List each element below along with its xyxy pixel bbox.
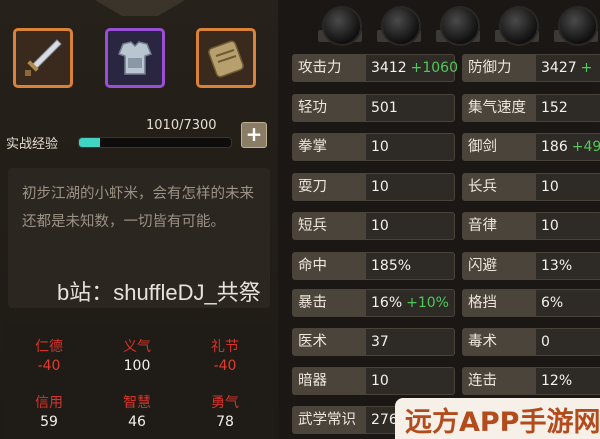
stat-label: 短兵 [293, 213, 366, 239]
stat-label: 武学常识 [293, 407, 366, 433]
stat-hidden-weapon: 暗器 10 [292, 367, 455, 395]
stat-value: 0 [541, 334, 550, 350]
stat-value: 10 [371, 139, 389, 155]
virtue-name: 智慧 [123, 395, 151, 411]
virtue-name: 义气 [123, 339, 151, 355]
virtue-item: 智慧 46 [94, 392, 180, 430]
virtue-item: 勇气 78 [182, 392, 268, 430]
virtue-value: 59 [40, 414, 58, 430]
stat-sword: 御剑 186 +49 [462, 133, 600, 161]
stat-label: 集气速度 [463, 95, 536, 121]
stat-label: 毒术 [463, 329, 536, 355]
virtue-value: 78 [216, 414, 234, 430]
virtue-value: -40 [213, 358, 237, 374]
gem-socket-icon[interactable] [440, 6, 480, 46]
experience-bar [78, 137, 232, 148]
pouch-icon [208, 40, 244, 78]
gem-socket-icon[interactable] [499, 6, 539, 46]
virtue-value: -40 [37, 358, 61, 374]
stat-label: 暗器 [293, 368, 366, 394]
stat-value: 16% +10% [371, 295, 449, 311]
stat-dodge: 闪避 13% [462, 252, 600, 280]
stat-value: 3427 + [541, 60, 593, 76]
stat-label: 医术 [293, 329, 366, 355]
experience-value: 1010/7300 [146, 118, 217, 133]
stat-value: 10 [371, 373, 389, 389]
stat-value: 13% [541, 258, 573, 274]
virtue-value: 46 [128, 414, 146, 430]
stat-label: 命中 [293, 253, 366, 279]
stat-bonus: +1060 [410, 60, 458, 76]
experience-bar-fill [79, 138, 100, 147]
virtue-item: 义气 100 [94, 336, 180, 374]
stat-blade: 耍刀 10 [292, 173, 455, 201]
stat-bonus: + [580, 60, 593, 76]
add-experience-button[interactable]: + [241, 122, 267, 148]
stat-label: 连击 [463, 368, 536, 394]
stat-value: 10 [371, 218, 389, 234]
virtue-item: 仁德 -40 [6, 336, 92, 374]
stat-value: 10 [541, 179, 559, 195]
stat-attack: 攻击力 3412 +1060 [292, 54, 458, 82]
stat-label: 音律 [463, 213, 536, 239]
virtue-name: 礼节 [211, 339, 239, 355]
stat-value: 276 [371, 412, 398, 428]
gem-socket-icon[interactable] [558, 6, 598, 46]
gem-socket-icon[interactable] [381, 6, 421, 46]
accessory-slot[interactable] [196, 28, 256, 88]
stat-critical: 暴击 16% +10% [292, 289, 455, 317]
stat-combo: 连击 12% [462, 367, 600, 395]
stat-value: 501 [371, 100, 398, 116]
stat-label: 长兵 [463, 174, 536, 200]
stat-value: 186 +49 [541, 139, 600, 155]
weapon-slot[interactable] [13, 28, 73, 88]
experience-label: 实战经验 [6, 137, 59, 152]
brand-watermark: 远方APP手游网 [405, 407, 600, 438]
sword-icon [25, 39, 62, 76]
stat-value: 3412 +1060 [371, 60, 458, 76]
gem-socket-icon[interactable] [322, 6, 362, 46]
stat-music: 音律 10 [462, 212, 600, 240]
stat-value: 10 [371, 179, 389, 195]
stat-value: 12% [541, 373, 573, 389]
stat-medicine: 医术 37 [292, 328, 455, 356]
stat-poison: 毒术 0 [462, 328, 600, 356]
stat-label: 防御力 [463, 55, 536, 81]
virtue-item: 礼节 -40 [182, 336, 268, 374]
virtue-item: 信用 59 [6, 392, 92, 430]
stat-value: 152 [541, 100, 568, 116]
stat-block: 格挡 6% [462, 289, 600, 317]
stat-value: 37 [371, 334, 389, 350]
stat-label: 轻功 [293, 95, 366, 121]
armor-slot[interactable] [105, 28, 165, 88]
virtue-name: 仁德 [35, 339, 63, 355]
stat-bonus: +49 [571, 139, 600, 155]
watermark: b站：shuffleDJ_共祭 [57, 280, 261, 305]
stat-label: 暴击 [293, 290, 366, 316]
virtue-value: 100 [123, 358, 151, 374]
virtue-name: 信用 [35, 395, 63, 411]
stat-long-weapon: 长兵 10 [462, 173, 600, 201]
stat-value: 185% [371, 258, 412, 274]
stat-label: 闪避 [463, 253, 536, 279]
stat-label: 格挡 [463, 290, 536, 316]
stat-hit: 命中 185% [292, 252, 455, 280]
armor-icon [118, 41, 152, 75]
virtue-name: 勇气 [211, 395, 239, 411]
stat-short-weapon: 短兵 10 [292, 212, 455, 240]
stat-agility: 轻功 501 [292, 94, 455, 122]
stat-label: 耍刀 [293, 174, 366, 200]
stat-bonus: +10% [406, 295, 449, 311]
stat-value: 6% [541, 295, 564, 311]
stat-value: 10 [541, 218, 559, 234]
stat-defense: 防御力 3427 + [462, 54, 600, 82]
stat-label: 攻击力 [293, 55, 366, 81]
stat-fist: 拳掌 10 [292, 133, 455, 161]
stat-label: 拳掌 [293, 134, 366, 160]
character-description: 初步江湖的小虾米，会有怎样的未来还都是未知数，一切皆有可能。 [22, 186, 254, 230]
stat-charge-speed: 集气速度 152 [462, 94, 600, 122]
stat-label: 御剑 [463, 134, 536, 160]
